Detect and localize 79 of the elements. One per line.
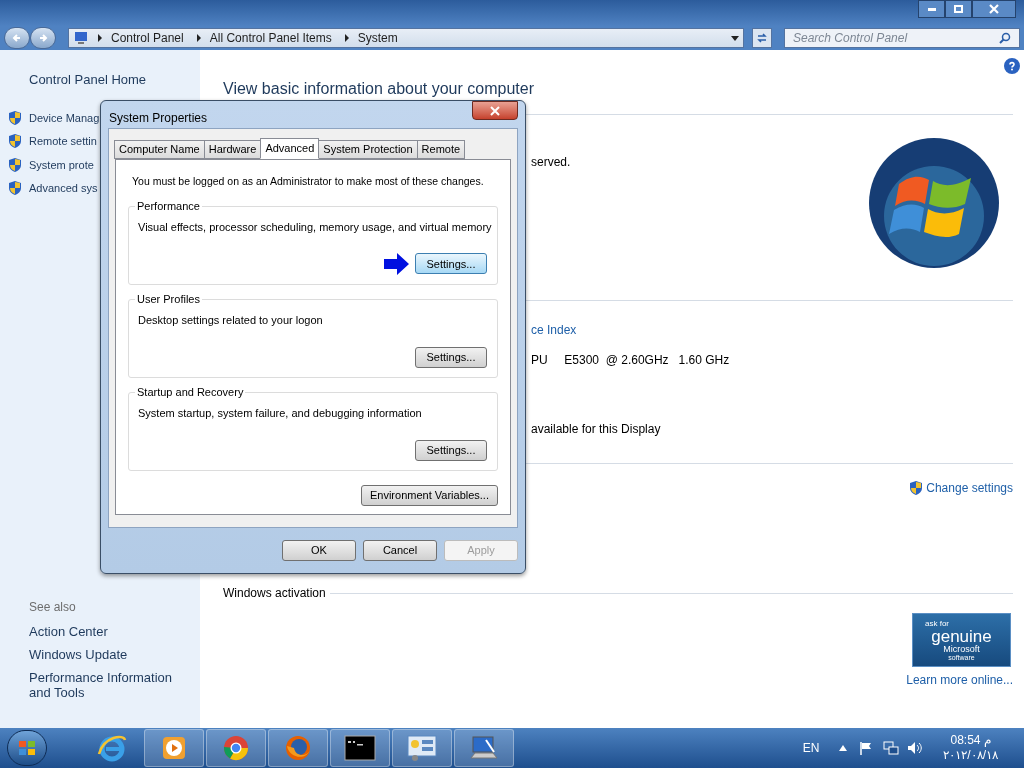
language-indicator[interactable]: EN: [802, 739, 820, 757]
control-panel-icon[interactable]: [406, 734, 438, 762]
clock[interactable]: 08:54 م ٢٠١٢/٠٨/١٨: [943, 733, 998, 763]
shield-icon: [908, 480, 925, 496]
taskbar-button[interactable]: [144, 729, 204, 767]
sidebar-link[interactable]: Advanced sys: [29, 180, 98, 197]
minimize-button[interactable]: [918, 0, 945, 18]
search-icon[interactable]: [999, 32, 1011, 44]
sidebar-link[interactable]: System prote: [29, 156, 94, 173]
see-also-heading: See also: [29, 599, 77, 616]
learn-more-link[interactable]: Learn more online...: [906, 671, 1013, 689]
copyright-text: served.: [531, 154, 571, 171]
refresh-button[interactable]: [752, 28, 772, 48]
close-button[interactable]: [972, 0, 1016, 18]
close-icon: [988, 3, 1000, 15]
chevron-icon: [97, 34, 103, 42]
breadcrumb-item[interactable]: Control Panel: [111, 29, 184, 47]
start-button[interactable]: [7, 730, 47, 766]
tab[interactable]: Computer Name: [114, 140, 205, 159]
back-button[interactable]: [4, 27, 30, 49]
back-arrow-icon: [11, 32, 23, 44]
sidebar-link[interactable]: Remote settin: [29, 133, 97, 150]
sidebar-link[interactable]: Action Center: [29, 624, 194, 639]
group-description: Visual effects, processor scheduling, memory usage, and virtual memory: [138, 219, 493, 235]
breadcrumb-item[interactable]: All Control Panel Items: [209, 29, 332, 47]
shield-icon: [7, 156, 23, 173]
tab[interactable]: System Protection: [318, 140, 418, 159]
sidebar-link[interactable]: Performance Information and Tools: [29, 670, 194, 700]
tab[interactable]: Remote: [416, 140, 466, 159]
rating-link[interactable]: ce Index: [531, 321, 1013, 339]
breadcrumb-item[interactable]: System: [357, 29, 398, 47]
help-icon: [1007, 61, 1017, 71]
close-icon: [490, 105, 500, 116]
sidebar-link[interactable]: Device Manag: [29, 109, 100, 126]
refresh-icon: [756, 32, 768, 44]
forward-arrow-icon: [37, 32, 49, 44]
network-icon[interactable]: [883, 741, 900, 755]
windows-logo-icon: [17, 738, 37, 758]
page-heading: View basic information about your computer: [223, 79, 535, 99]
taskbar-button[interactable]: [330, 729, 390, 767]
processor-text: PU E5300 @ 2.60GHz 1.60 GHz: [531, 352, 731, 369]
firefox-icon[interactable]: [284, 734, 312, 762]
flag-icon[interactable]: [859, 741, 874, 755]
restore-button[interactable]: [945, 0, 972, 18]
sidebar-link[interactable]: Control Panel Home: [29, 70, 200, 90]
dialog-title: System Properties: [109, 110, 208, 127]
dialog-button[interactable]: Cancel: [363, 540, 437, 561]
shield-icon: [7, 133, 23, 150]
environment-variables-button[interactable]: Environment Variables...: [360, 484, 498, 506]
chrome-icon[interactable]: [222, 734, 250, 762]
settings-button[interactable]: Settings...: [415, 253, 487, 275]
pen-touch-text: available for this Display: [531, 421, 662, 438]
group-description: System startup, system failure, and debugging information: [138, 405, 423, 421]
admin-notice: You must be logged on as an Administrator to make most of these changes.: [132, 174, 484, 189]
group-description: Desktop settings related to your logon: [138, 312, 324, 328]
address-bar[interactable]: Control Panel All Control Panel Items System: [68, 28, 744, 48]
computer-icon[interactable]: [468, 734, 500, 762]
terminal-icon[interactable]: [344, 734, 376, 762]
chevron-icon: [343, 34, 350, 42]
dialog-button[interactable]: OK: [282, 540, 356, 561]
speaker-icon[interactable]: [907, 741, 924, 755]
section-heading: Windows activation: [223, 585, 326, 602]
dropdown-caret-icon[interactable]: [731, 35, 739, 41]
tab[interactable]: Hardware: [203, 140, 262, 159]
sidebar-link[interactable]: Windows Update: [29, 647, 194, 662]
windows-logo-icon: [867, 136, 1001, 270]
computer-icon: [73, 30, 89, 46]
play-icon[interactable]: [160, 734, 188, 762]
forward-button[interactable]: [30, 27, 56, 49]
chevron-icon: [195, 34, 202, 42]
close-button[interactable]: [472, 101, 518, 120]
change-settings-link[interactable]: Change settings: [926, 479, 1013, 497]
settings-button[interactable]: Settings...: [415, 439, 487, 461]
shield-icon: [7, 109, 23, 126]
settings-button[interactable]: Settings...: [415, 346, 487, 368]
tab[interactable]: Advanced: [260, 138, 320, 159]
shield-icon: [7, 180, 23, 197]
up-arrow-icon[interactable]: [839, 745, 848, 751]
help-button[interactable]: [1004, 58, 1020, 74]
